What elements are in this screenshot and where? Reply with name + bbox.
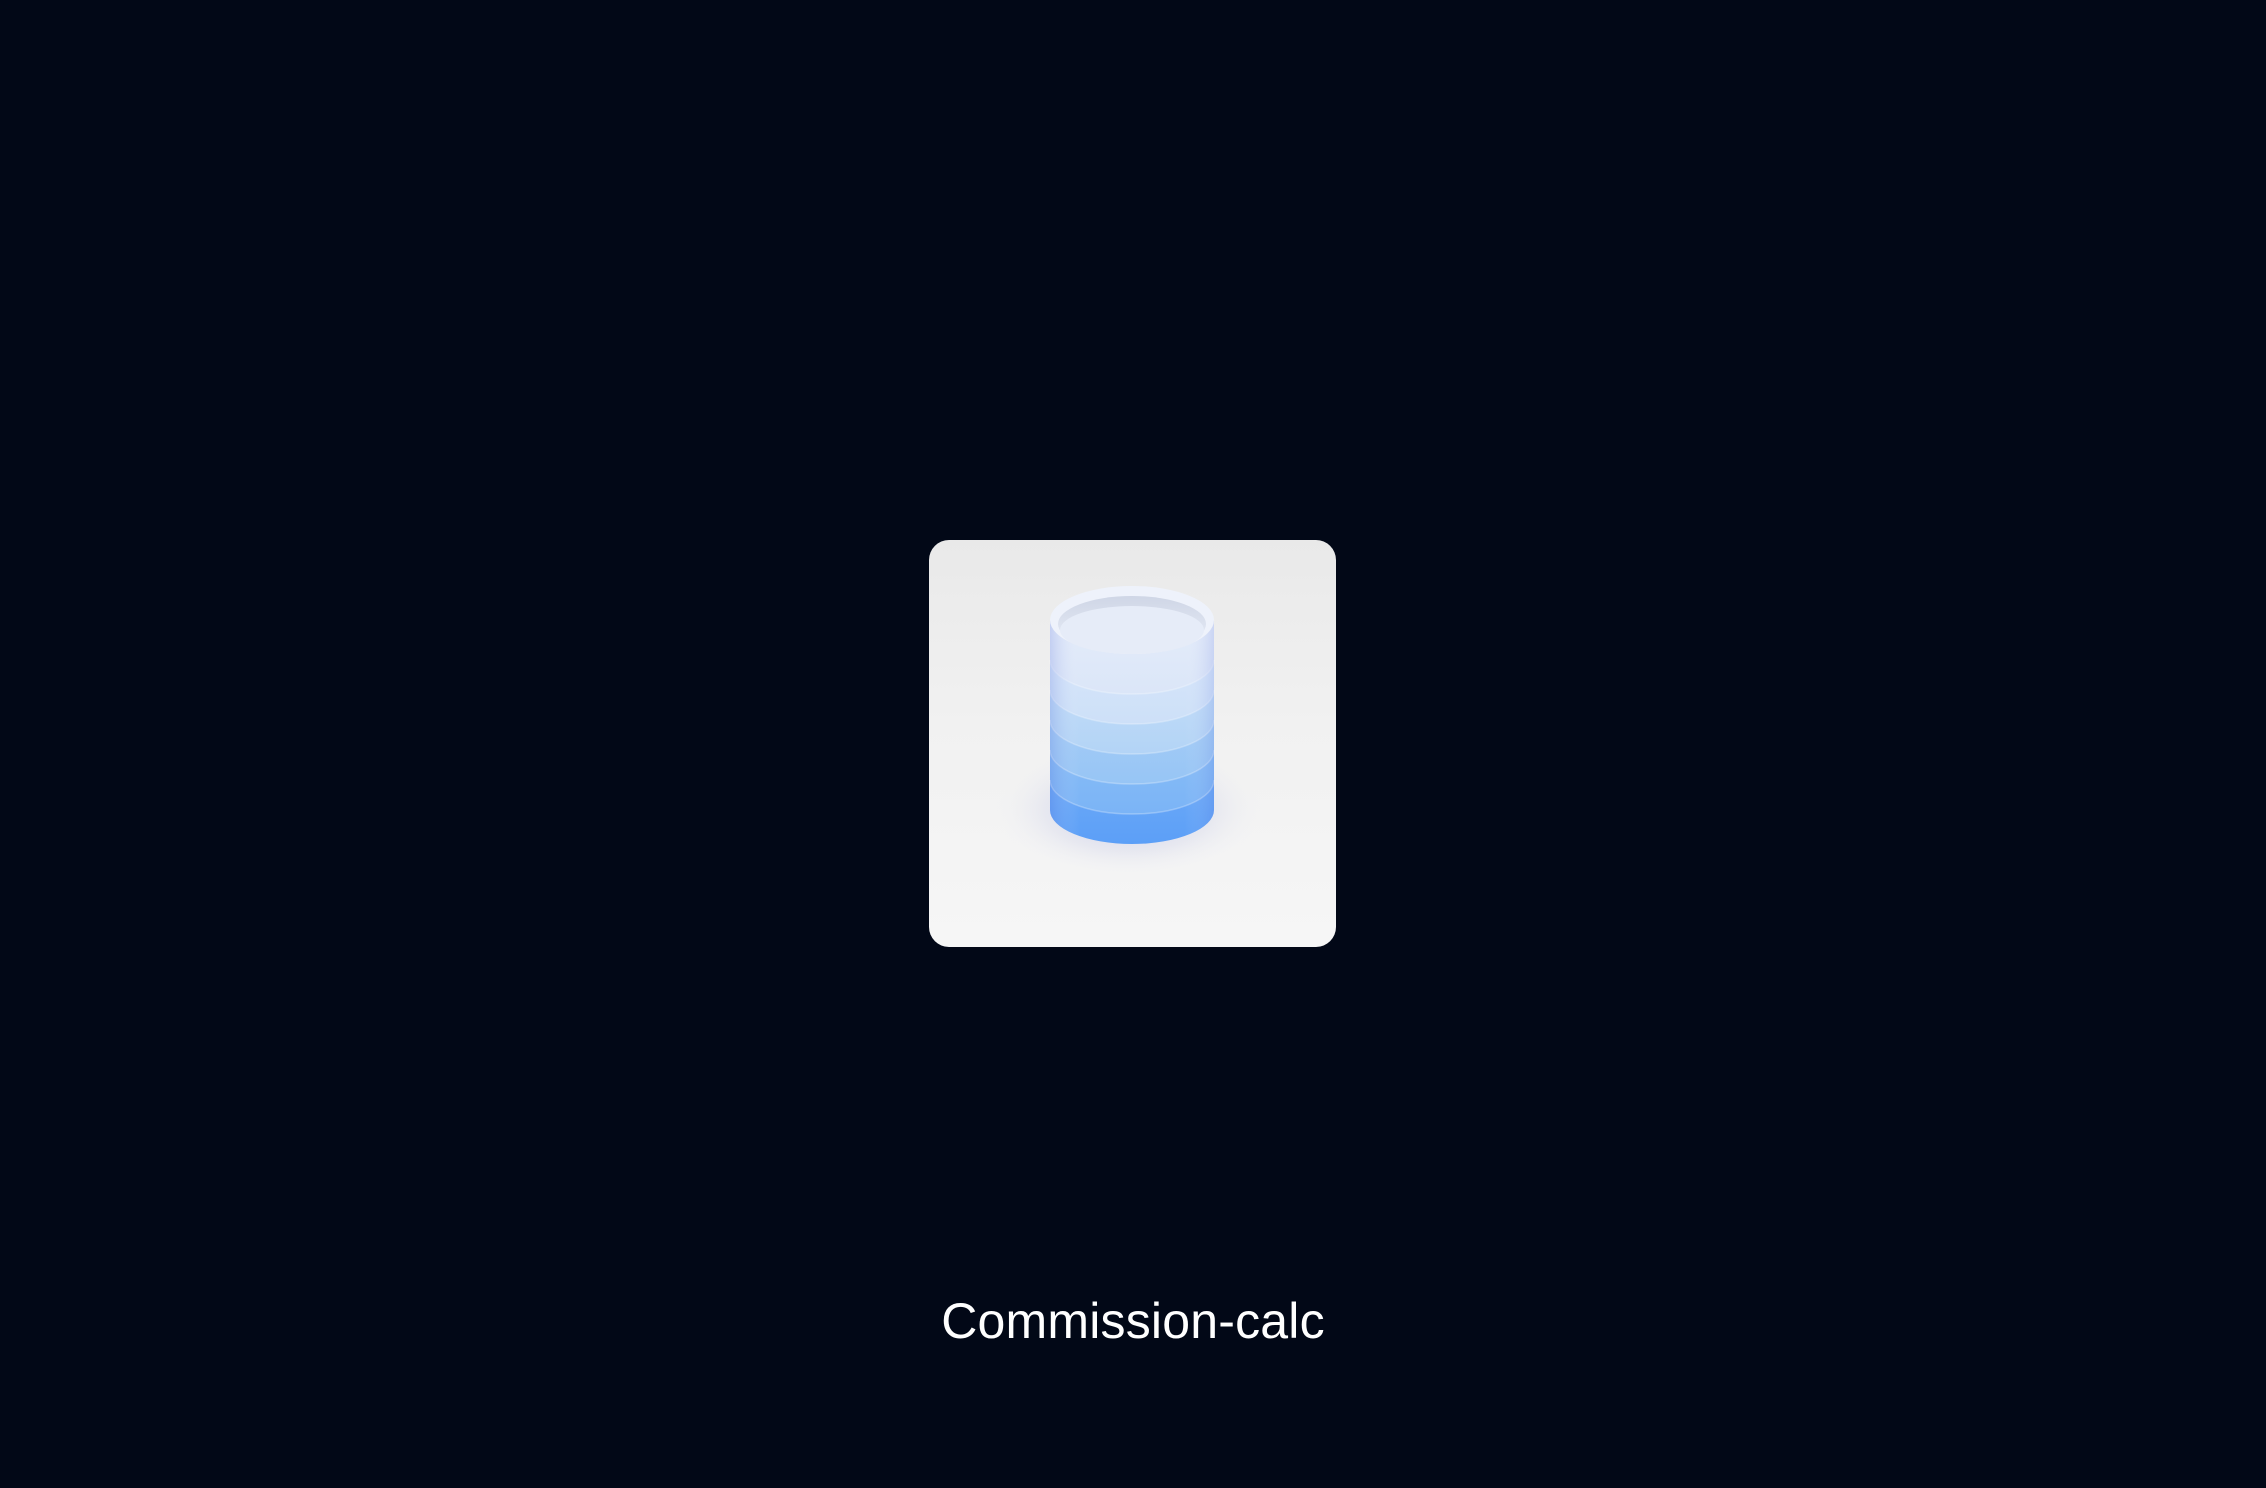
app-title: Commission-calc — [941, 1293, 1325, 1349]
app-icon-tile — [929, 540, 1336, 947]
splash-screen: Commission-calc — [0, 0, 2266, 1488]
database-cylinder-icon — [989, 586, 1269, 880]
